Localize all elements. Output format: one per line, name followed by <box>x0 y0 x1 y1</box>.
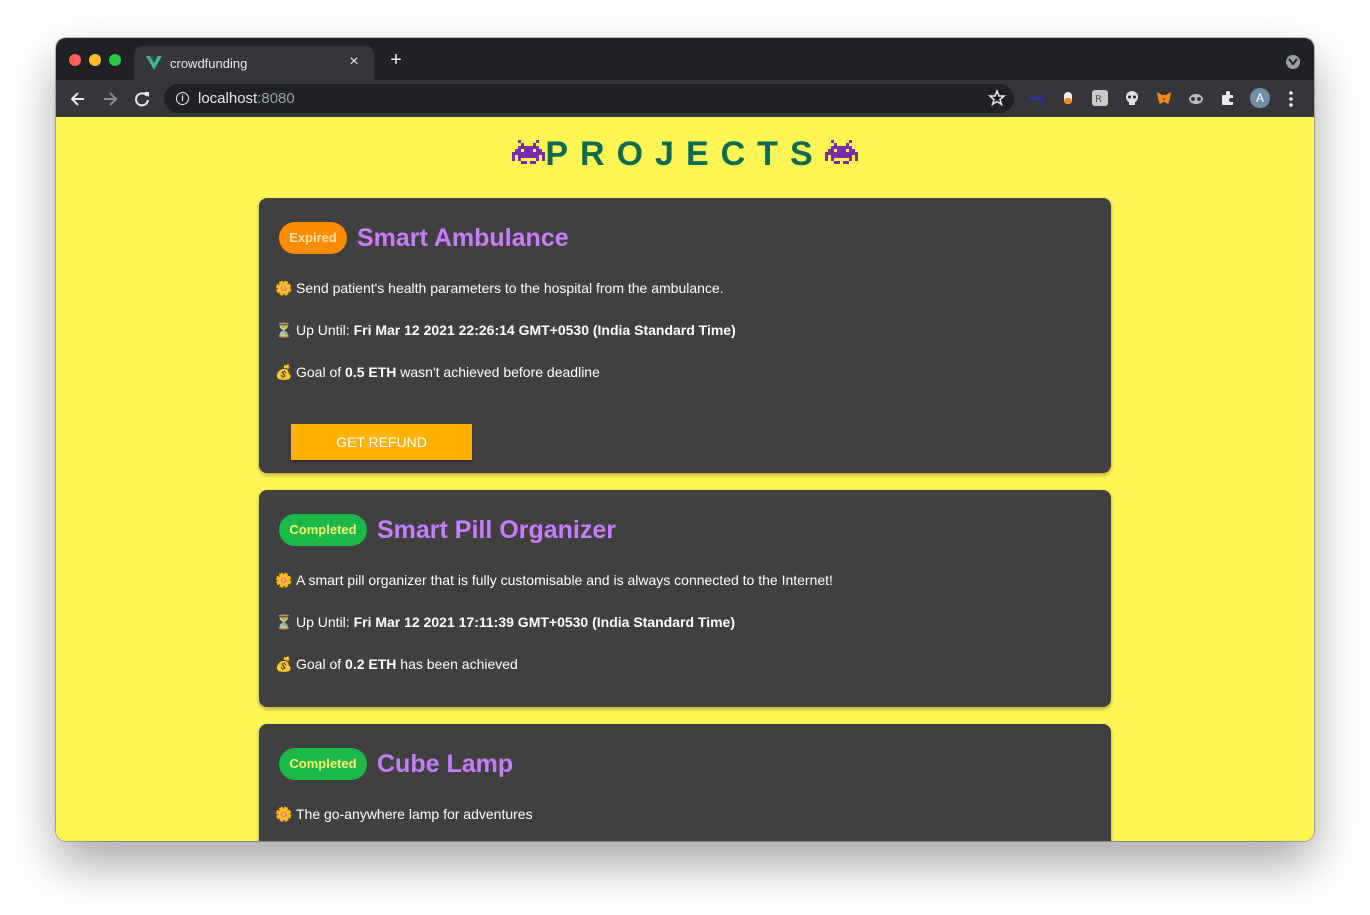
status-badge: Completed <box>279 748 367 780</box>
page-content: PROJECTS Expired Smart Ambulance 🌼 Send … <box>56 117 1314 841</box>
minimize-window-button[interactable] <box>89 54 101 66</box>
project-goal: 💰 Goal of 0.2 ETH has been achieved <box>275 656 518 672</box>
flower-icon: 🌼 <box>275 280 293 296</box>
project-goal: 💰 Goal of 0.5 ETH wasn't achieved before … <box>275 364 600 380</box>
svg-text:R: R <box>1095 94 1102 105</box>
money-bag-icon: 💰 <box>275 364 293 380</box>
project-card: Completed Cube Lamp 🌼 The go-anywhere lam… <box>259 724 1111 841</box>
forward-arrow-icon[interactable] <box>100 89 120 109</box>
lastpass-icon[interactable] <box>1028 90 1044 106</box>
page-title: PROJECTS <box>56 135 1314 176</box>
project-deadline: ⏳ Up Until: Fri Mar 12 2021 22:26:14 GMT+… <box>275 322 736 338</box>
money-bag-icon: 💰 <box>275 656 293 672</box>
url-text: localhost:8080 <box>198 90 295 107</box>
profile-avatar[interactable]: A <box>1250 88 1270 108</box>
project-description: 🌼 The go-anywhere lamp for adventures <box>275 806 533 822</box>
tab-strip: crowdfunding × + <box>56 38 1314 80</box>
close-window-button[interactable] <box>69 54 81 66</box>
reload-icon[interactable] <box>132 89 152 109</box>
space-invader-icon <box>824 137 858 176</box>
ghost-icon[interactable] <box>1124 90 1140 106</box>
tab-title: crowdfunding <box>170 56 248 71</box>
hourglass-icon: ⏳ <box>275 614 293 630</box>
project-description: 🌼 Send patient's health parameters to the… <box>275 280 724 296</box>
tab-close-icon[interactable]: × <box>344 52 364 72</box>
translate-icon[interactable]: R <box>1092 90 1108 106</box>
space-invader-icon <box>512 137 546 176</box>
project-title: Cube Lamp <box>377 750 514 778</box>
mask-icon[interactable] <box>1188 90 1204 106</box>
status-badge: Completed <box>279 514 367 546</box>
new-tab-button[interactable]: + <box>386 50 406 70</box>
project-description: 🌼 A smart pill organizer that is fully cu… <box>275 572 833 588</box>
project-deadline: ⏳ Up Until: Fri Mar 12 2021 17:11:39 GMT+… <box>275 614 735 630</box>
flower-icon: 🌼 <box>275 572 293 588</box>
status-badge: Expired <box>279 222 347 254</box>
bookmark-star-icon[interactable] <box>988 88 1006 107</box>
puzzle-icon[interactable] <box>1220 90 1236 106</box>
address-bar[interactable]: i localhost:8080 <box>164 84 1014 113</box>
project-card: Completed Smart Pill Organizer 🌼 A smart … <box>259 490 1111 707</box>
project-card: Expired Smart Ambulance 🌼 Send patient's … <box>259 198 1111 473</box>
menu-kebab-icon[interactable] <box>1286 89 1296 109</box>
hourglass-icon: ⏳ <box>275 322 293 338</box>
metamask-icon[interactable] <box>1156 90 1172 106</box>
get-refund-button[interactable]: GET REFUND <box>291 424 472 460</box>
back-arrow-icon[interactable] <box>68 89 88 109</box>
vue-logo-icon <box>146 55 162 71</box>
browser-window: crowdfunding × + i localhost:8080 R A PR… <box>56 38 1314 841</box>
flower-icon: 🌼 <box>275 806 293 822</box>
project-title: Smart Pill Organizer <box>377 516 616 544</box>
browser-toolbar: i localhost:8080 R A <box>56 80 1314 117</box>
page-title-text: PROJECTS <box>545 135 825 173</box>
project-title: Smart Ambulance <box>357 224 569 252</box>
site-info-icon[interactable]: i <box>176 92 189 105</box>
tab-crowdfunding[interactable]: crowdfunding × <box>134 46 374 80</box>
pill-icon[interactable] <box>1060 90 1076 106</box>
maximize-window-button[interactable] <box>109 54 121 66</box>
tab-search-icon[interactable] <box>1286 55 1300 69</box>
